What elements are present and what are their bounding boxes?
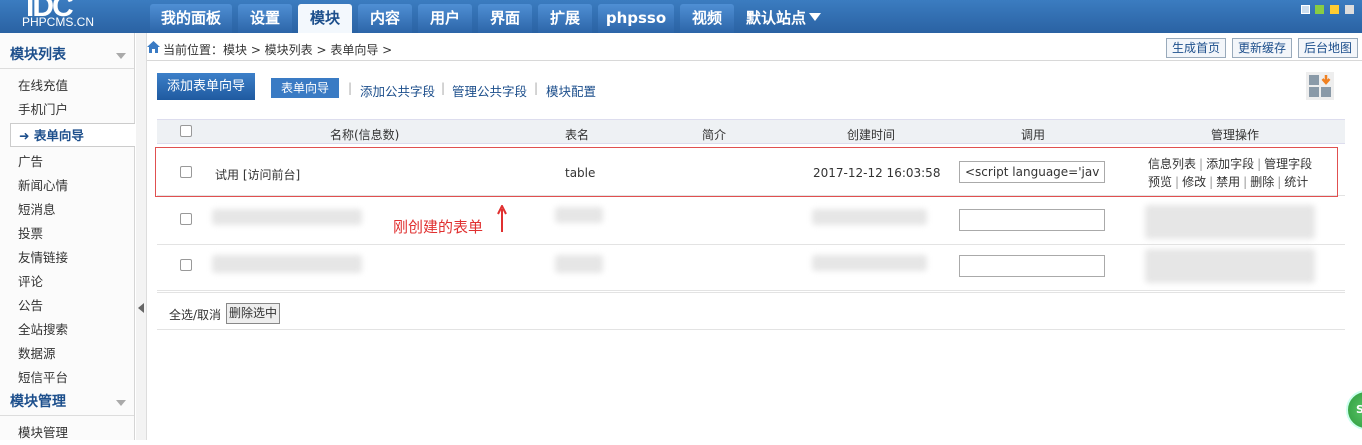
sidebar-item-announcements[interactable]: 公告 (0, 294, 134, 318)
nav-tab-content[interactable]: 内容 (358, 4, 412, 33)
chevron-down-icon (116, 400, 126, 406)
redacted-text (555, 255, 603, 273)
column-header-table-name: 表名 (565, 128, 590, 142)
sidebar-item-label: 表单向导 (33, 128, 84, 143)
annotation-label: 刚创建的表单 (393, 218, 484, 236)
call-code-input[interactable] (959, 255, 1105, 277)
add-common-field-link[interactable]: 添加公共字段 (360, 81, 435, 100)
logo-text: PHPCMS.CN (22, 15, 95, 29)
column-header-call: 调用 (1021, 128, 1046, 142)
nav-tab-my-panel[interactable]: 我的面板 (150, 4, 232, 33)
home-icon (147, 41, 160, 53)
chevron-down-icon (116, 53, 126, 59)
breadcrumb: 当前位置：模块 > 模块列表 > 表单向导 > (163, 43, 393, 57)
sidebar-section-title: 模块管理 (10, 394, 66, 410)
form-wizard-tab-button[interactable]: 表单向导 (271, 78, 339, 98)
sidebar-item-form-wizard[interactable]: ➜ 表单向导 (10, 123, 135, 147)
chevron-down-icon (809, 13, 822, 21)
top-navigation-bar: IDC PHPCMS.CN 我的面板 设置 模块 内容 用户 界面 扩展 php… (0, 0, 1362, 33)
chevron-left-icon (138, 303, 144, 313)
arrow-up-icon (497, 205, 507, 232)
redacted-text (812, 255, 927, 271)
sidebar-collapse-handle[interactable] (136, 33, 147, 440)
sidebar: 模块列表 在线充值 手机门户 ➜ 表单向导 广告 新闻心情 短消息 投票 友情链… (0, 33, 135, 440)
delete-selected-button[interactable]: 删除选中 (226, 303, 280, 324)
manage-common-fields-link[interactable]: 管理公共字段 (452, 81, 527, 100)
generate-home-button[interactable]: 生成首页 (1166, 38, 1226, 58)
add-form-wizard-button[interactable]: 添加表单向导 (157, 73, 255, 100)
table-footer: 全选/取消 删除选中 (157, 292, 1345, 330)
backend-map-button[interactable]: 后台地图 (1298, 38, 1358, 58)
nav-tab-video[interactable]: 视频 (680, 4, 734, 33)
table-row-redacted (157, 243, 1345, 291)
column-header-intro: 简介 (702, 128, 727, 142)
redacted-actions (1145, 205, 1315, 239)
link-separator: | (348, 81, 353, 95)
column-header-actions: 管理操作 (1211, 128, 1260, 142)
nav-tab-phpsso[interactable]: phpsso (598, 4, 674, 33)
select-all-checkbox[interactable] (180, 125, 192, 137)
gray-window-icon[interactable] (1345, 5, 1354, 14)
sidebar-item-vote[interactable]: 投票 (0, 222, 134, 246)
sidebar-item-messages[interactable]: 短消息 (0, 198, 134, 222)
nav-tab-extensions[interactable]: 扩展 (538, 4, 592, 33)
nav-tab-interface[interactable]: 界面 (478, 4, 532, 33)
redacted-text (555, 207, 603, 223)
link-separator: | (441, 81, 446, 95)
update-cache-button[interactable]: 更新缓存 (1232, 38, 1292, 58)
arrow-right-icon: ➜ (19, 128, 30, 143)
sidebar-divider (0, 415, 134, 416)
nav-tab-modules[interactable]: 模块 (298, 4, 352, 33)
sidebar-section-title: 模块列表 (10, 47, 66, 63)
sidebar-section-module-list[interactable]: 模块列表 (0, 41, 134, 69)
sidebar-item-news-mood[interactable]: 新闻心情 (0, 174, 134, 198)
sidebar-item-ads[interactable]: 广告 (0, 150, 134, 174)
window-controls (1299, 3, 1354, 17)
sidebar-item-module-management[interactable]: 模块管理 (0, 421, 134, 445)
sidebar-item-links[interactable]: 友情链接 (0, 246, 134, 270)
sidebar-item-site-search[interactable]: 全站搜索 (0, 318, 134, 342)
link-separator: | (534, 81, 539, 95)
nav-tab-settings[interactable]: 设置 (238, 4, 292, 33)
row-checkbox[interactable] (180, 213, 192, 225)
green-window-icon[interactable] (1315, 5, 1325, 14)
redacted-text (812, 209, 927, 225)
table-row-redacted (157, 197, 1345, 245)
nav-tab-users[interactable]: 用户 (418, 4, 472, 33)
site-switch-dropdown[interactable]: 默认站点 (746, 7, 822, 28)
sidebar-item-comments[interactable]: 评论 (0, 270, 134, 294)
minimize-icon[interactable] (1300, 5, 1310, 14)
sidebar-item-datasource[interactable]: 数据源 (0, 342, 134, 366)
sidebar-item-sms-platform[interactable]: 短信平台 (0, 366, 134, 390)
module-config-link[interactable]: 模块配置 (546, 81, 596, 100)
annotation-highlight-box (155, 147, 1338, 197)
call-code-input[interactable] (959, 209, 1105, 231)
breadcrumb-bar: 当前位置：模块 > 模块列表 > 表单向导 > 生成首页 更新缓存 后台地图 (147, 33, 1362, 61)
row-checkbox[interactable] (180, 259, 192, 271)
sidebar-item-mobile-portal[interactable]: 手机门户 (0, 98, 134, 122)
site-switch-label: 默认站点 (746, 9, 807, 27)
redacted-actions (1145, 249, 1315, 283)
floating-action-icon[interactable]: S (1346, 390, 1362, 430)
sidebar-item-online-recharge[interactable]: 在线充值 (0, 74, 134, 98)
yellow-window-icon[interactable] (1330, 5, 1340, 14)
column-header-name: 名称(信息数) (330, 128, 400, 142)
sidebar-divider (0, 68, 134, 69)
table-header: 名称(信息数) 表名 简介 创建时间 调用 管理操作 (157, 119, 1345, 144)
sidebar-section-module-management[interactable]: 模块管理 (0, 388, 134, 416)
select-all-toggle-link[interactable]: 全选/取消 (169, 306, 221, 323)
redacted-text (212, 209, 362, 225)
layout-toggle-icon[interactable] (1306, 72, 1334, 100)
redacted-text (212, 255, 362, 273)
column-header-created: 创建时间 (847, 128, 896, 142)
logo: IDC PHPCMS.CN (0, 0, 140, 33)
